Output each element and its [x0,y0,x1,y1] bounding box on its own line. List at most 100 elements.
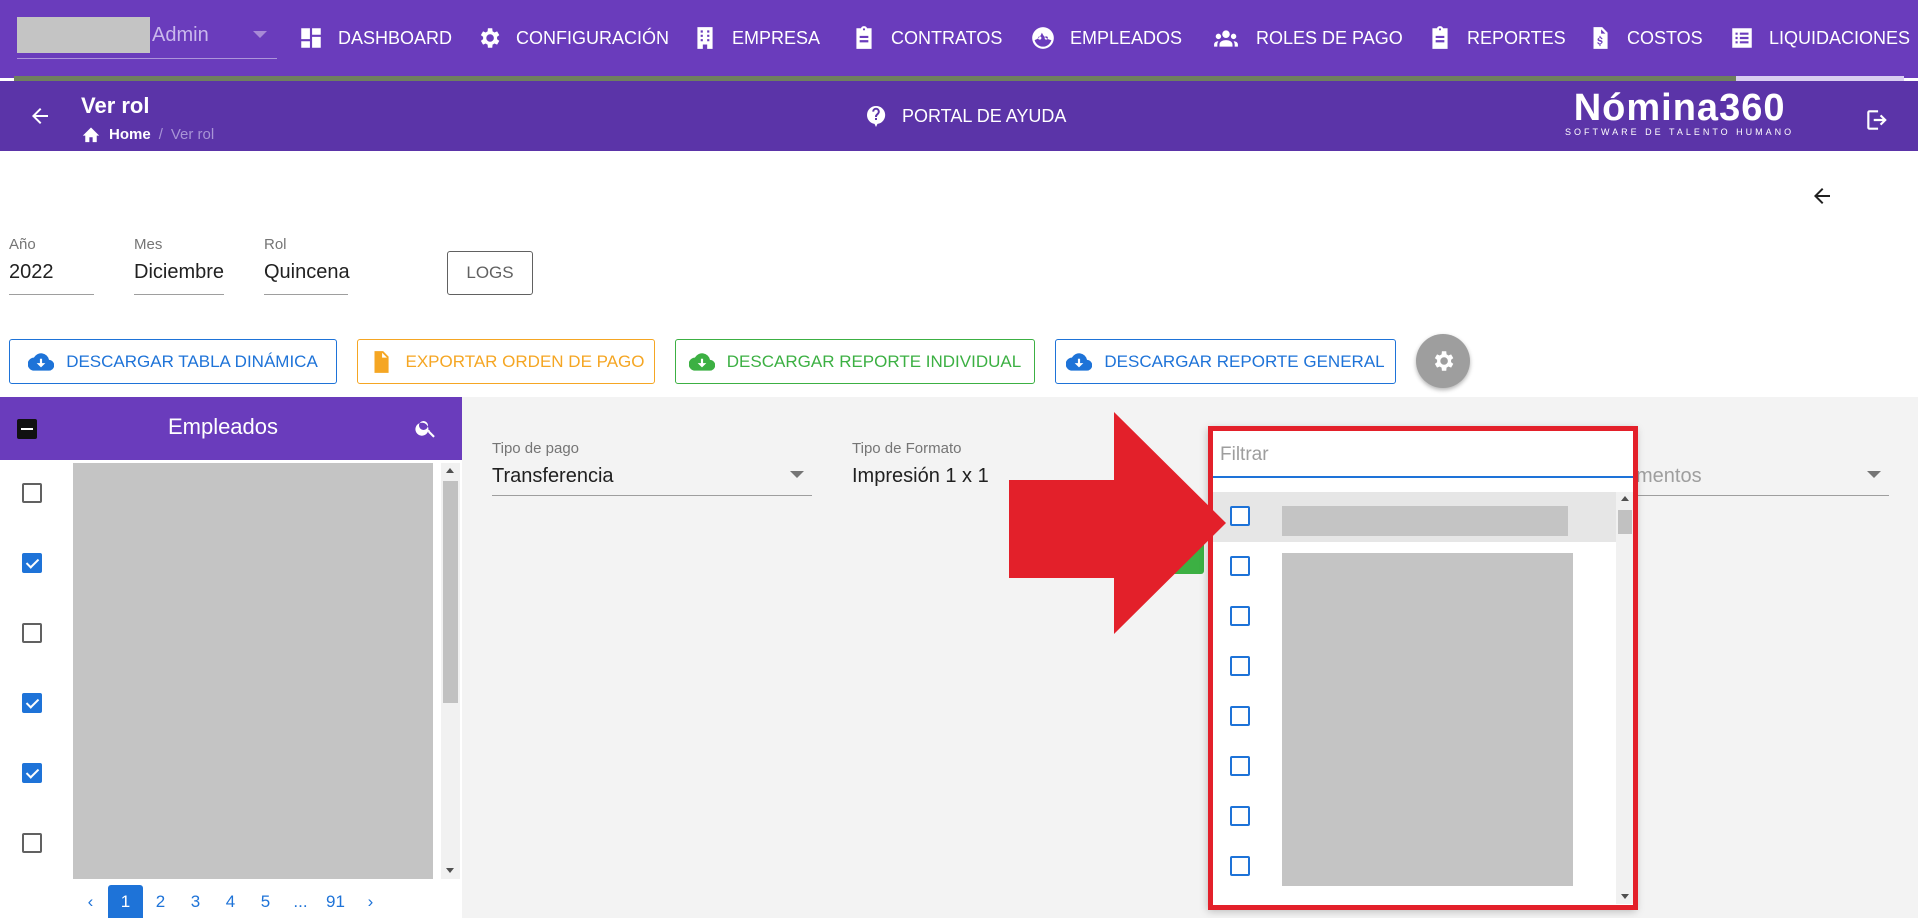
page-5[interactable]: 5 [248,885,283,918]
employee-checkbox[interactable] [22,553,42,573]
employee-checkbox[interactable] [22,833,42,853]
clipboard-icon [856,26,872,49]
download-general-report-button[interactable]: DESCARGAR REPORTE GENERAL [1055,339,1396,384]
third-select-value: mentos [1636,465,1702,487]
nav-liquidaciones-label: LIQUIDACIONES [1769,27,1911,48]
format-type-select[interactable]: Tipo de Formato Impresión 1 x 1 [852,440,1032,496]
employee-list-scrollbar[interactable] [441,463,460,879]
page-ellipsis: ... [293,891,308,911]
nav-dashboard-label: DASHBOARD [338,27,453,48]
nav-contratos-label: CONTRATOS [891,27,1003,48]
brand-name: Nómina360 [1573,87,1786,129]
download-individual-report-button[interactable]: DESCARGAR REPORTE INDIVIDUAL [675,339,1035,384]
export-payment-order-button[interactable]: EXPORTAR ORDEN DE PAGO [357,339,655,384]
month-value: Diciembre [134,261,225,283]
employees-title: Empleados [167,414,279,439]
logs-button[interactable]: LOGS [447,251,533,295]
nav-empleados-label: EMPLEADOS [1070,27,1183,48]
download-pivot-label: DESCARGAR TABLA DINÁMICA [66,351,318,371]
role-field[interactable]: Rol Quincena [264,236,350,295]
nav-roles-de-pago[interactable]: ROLES DE PAGO [1210,0,1403,76]
employee-checkbox[interactable] [22,763,42,783]
payment-type-value: Transferencia [492,465,614,487]
cloud-download-icon [28,352,55,371]
scrollbar-thumb[interactable] [443,481,458,703]
help-portal-link[interactable]: PORTAL DE AYUDA [864,104,1066,128]
logout-icon[interactable] [1864,107,1890,133]
export-payment-order-label: EXPORTAR ORDEN DE PAGO [405,351,645,371]
scroll-up-icon[interactable] [446,468,454,473]
breadcrumb-separator: / [158,125,163,143]
nav-costos-label: COSTOS [1627,27,1703,48]
gear-icon [1434,351,1454,371]
chevron-down-icon [1867,471,1881,478]
invoice-dollar-icon [1593,27,1608,49]
chevron-down-icon[interactable] [253,31,267,38]
employees-panel-header: Empleados [0,397,462,460]
nav-configuracion-label: CONFIGURACIÓN [516,27,669,48]
payment-type-label: Tipo de pago [492,440,580,457]
people-icon [1214,30,1238,47]
home-icon[interactable] [81,125,101,143]
annotation-highlight-box [1208,426,1638,910]
settings-fab-button[interactable] [1416,334,1470,388]
download-individual-report-label: DESCARGAR REPORTE INDIVIDUAL [726,351,1022,371]
third-select-label [1636,440,1889,457]
download-pivot-button[interactable]: DESCARGAR TABLA DINÁMICA [9,339,337,384]
breadcrumb-home[interactable]: Home [109,126,151,143]
breadcrumb: Home / Ver rol [81,125,214,143]
nav-dashboard[interactable]: DASHBOARD [298,0,452,76]
employee-checkbox[interactable] [22,483,42,503]
year-label: Año [9,236,36,253]
help-bubble-icon [867,105,886,127]
clipboard-icon [1432,26,1448,49]
page-2[interactable]: 2 [143,885,178,918]
back-arrow-icon[interactable] [1810,184,1834,208]
page-title: Ver rol [81,93,150,118]
cloud-download-icon [1066,352,1093,371]
page-4[interactable]: 4 [213,885,248,918]
page-3[interactable]: 3 [178,885,213,918]
brand-logo: Nómina360 SOFTWARE DE TALENTO HUMANO [1565,87,1794,137]
dashboard-icon [301,28,321,48]
list-icon [1732,28,1752,48]
employee-checkbox[interactable] [22,693,42,713]
back-arrow-icon[interactable] [28,104,52,128]
nav-contratos[interactable]: CONTRATOS [851,0,1002,76]
year-value: 2022 [9,261,54,283]
face-icon [1032,27,1054,49]
nav-reportes-label: REPORTES [1467,27,1566,48]
third-select[interactable]: mentos [1636,440,1889,496]
download-general-report-label: DESCARGAR REPORTE GENERAL [1104,351,1385,371]
role-value: Quincena [264,261,350,283]
prev-page-icon[interactable]: ‹ [73,885,108,918]
user-avatar-redacted [17,17,150,53]
nav-empresa[interactable]: EMPRESA [692,0,820,76]
month-label: Mes [134,236,163,253]
search-icon[interactable] [414,416,438,440]
employee-checkbox[interactable] [22,623,42,643]
nav-reportes[interactable]: REPORTES [1427,0,1566,76]
page-header: Ver rol Home / Ver rol PORTAL DE AYUDA N… [0,81,1918,151]
month-field[interactable]: Mes Diciembre [134,236,224,295]
scroll-down-icon[interactable] [446,868,454,873]
format-type-label: Tipo de Formato [852,440,962,457]
annotation-arrow-icon [1009,412,1226,634]
building-icon [697,27,713,49]
nav-costos[interactable]: COSTOS [1587,0,1703,76]
user-select[interactable]: Admin [17,17,277,59]
employee-names-redacted [73,463,433,879]
employee-pagination: ‹ 1 2 3 4 5 ... 91 › [73,885,388,918]
document-icon [374,350,389,373]
brand-tagline: SOFTWARE DE TALENTO HUMANO [1565,127,1795,137]
page-91[interactable]: 91 [318,885,353,918]
next-page-icon[interactable]: › [353,885,388,918]
nav-liquidaciones[interactable]: LIQUIDACIONES [1729,0,1910,76]
nav-configuracion[interactable]: CONFIGURACIÓN [476,0,669,76]
nav-empleados[interactable]: EMPLEADOS [1030,0,1182,76]
role-label: Rol [264,236,287,253]
page-1[interactable]: 1 [108,885,143,918]
year-field[interactable]: Año 2022 [9,236,94,295]
payment-type-select[interactable]: Tipo de pago Transferencia [492,440,812,496]
breadcrumb-current: Ver rol [170,125,215,143]
